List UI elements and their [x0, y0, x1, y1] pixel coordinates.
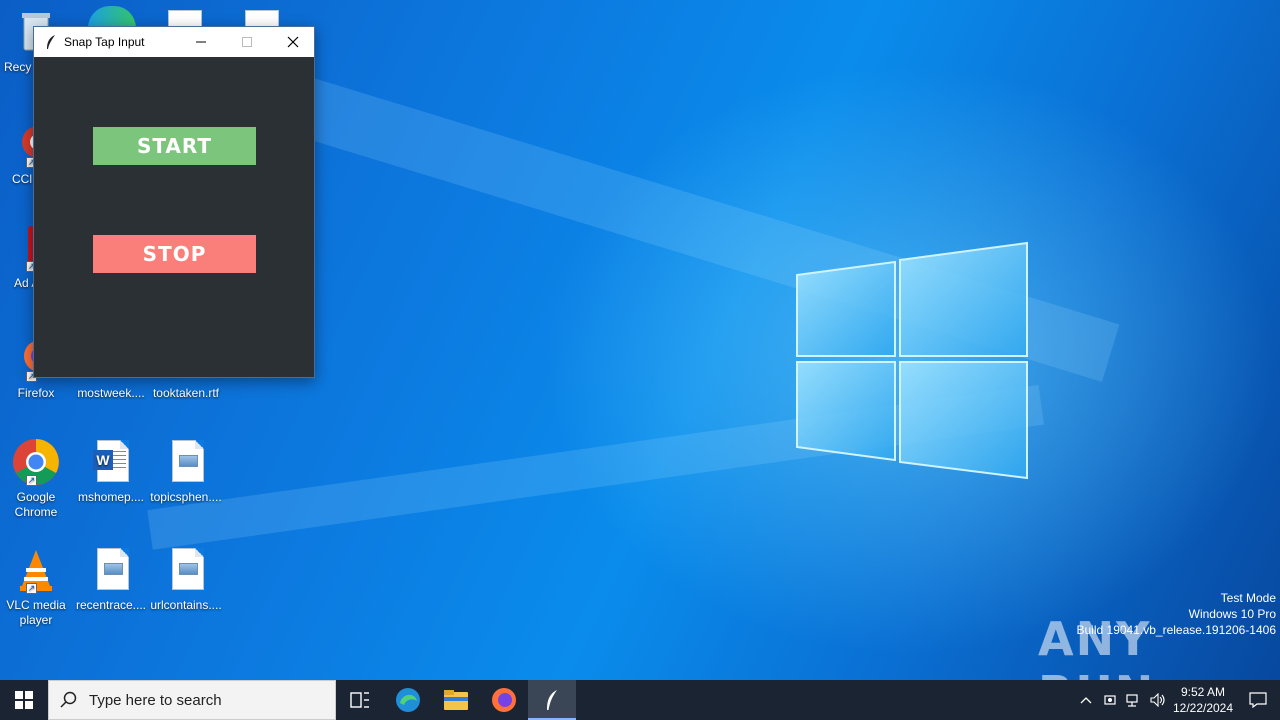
close-button[interactable] — [270, 27, 316, 57]
test-mode-watermark: Test Mode Windows 10 Pro Build 19041.vb_… — [1077, 590, 1277, 638]
image-file-icon — [162, 546, 210, 594]
desktop-icon-chrome[interactable]: ↗ Google Chrome — [0, 438, 74, 520]
task-view-button[interactable] — [336, 680, 384, 720]
system-tray: 9:52 AM 12/22/2024 — [1074, 680, 1280, 720]
taskbar-search[interactable] — [48, 680, 336, 720]
icon-label: VLC media player — [6, 598, 66, 627]
shortcut-arrow-icon: ↗ — [26, 583, 37, 594]
snap-tap-window: Snap Tap Input START STOP — [33, 26, 315, 378]
image-file-icon — [162, 438, 210, 486]
network-icon[interactable] — [1122, 680, 1146, 720]
desktop-icon-mshomep[interactable]: W mshomep.... — [73, 438, 149, 505]
taskbar-edge[interactable] — [384, 680, 432, 720]
stop-button[interactable]: STOP — [93, 235, 256, 273]
taskbar: 9:52 AM 12/22/2024 — [0, 680, 1280, 720]
icon-label: topicsphen.... — [150, 490, 222, 504]
watermark-line: Windows 10 Pro — [1188, 607, 1276, 621]
vlc-icon: ↗ — [12, 546, 60, 594]
watermark-line: Test Mode — [1220, 591, 1276, 605]
icon-label: mshomep.... — [77, 490, 145, 504]
show-hidden-icons-button[interactable] — [1074, 680, 1098, 720]
feather-icon — [40, 27, 62, 57]
chrome-icon: ↗ — [12, 438, 60, 486]
task-view-icon — [350, 692, 369, 708]
devices-icon[interactable] — [1098, 680, 1122, 720]
clock-date: 12/22/2024 — [1172, 701, 1234, 715]
start-menu-button[interactable] — [0, 680, 48, 720]
firefox-icon — [492, 688, 516, 712]
maximize-button[interactable] — [224, 27, 270, 57]
notification-icon — [1249, 692, 1267, 708]
feather-icon — [547, 690, 557, 710]
icon-label: recentrace.... — [75, 598, 147, 612]
taskbar-snap-tap[interactable] — [528, 680, 576, 720]
search-input[interactable] — [89, 691, 319, 709]
start-button[interactable]: START — [93, 127, 256, 165]
windows-icon — [15, 691, 33, 709]
clock[interactable]: 9:52 AM 12/22/2024 — [1170, 684, 1236, 716]
word-icon: W — [87, 438, 135, 486]
edge-icon — [396, 688, 420, 712]
icon-label: tooktaken.rtf — [152, 386, 220, 400]
taskbar-firefox[interactable] — [480, 680, 528, 720]
icon-label: mostweek.... — [77, 386, 145, 400]
image-file-icon — [87, 546, 135, 594]
desktop-icon-urlcontains[interactable]: urlcontains.... — [148, 546, 224, 613]
watermark-line: Build 19041.vb_release.191206-1406 — [1076, 623, 1277, 637]
action-center-button[interactable] — [1236, 692, 1280, 708]
desktop-icon-topicsphen[interactable]: topicsphen.... — [148, 438, 224, 505]
taskbar-file-explorer[interactable] — [432, 680, 480, 720]
icon-label: Firefox — [17, 386, 55, 400]
desktop-icon-recentrace[interactable]: recentrace.... — [73, 546, 149, 613]
minimize-button[interactable] — [178, 27, 224, 57]
search-icon — [49, 691, 89, 709]
desktop-icon-vlc[interactable]: ↗ VLC media player — [0, 546, 74, 628]
icon-label: Google Chrome — [14, 490, 58, 519]
shortcut-arrow-icon: ↗ — [26, 475, 37, 486]
folder-icon — [444, 690, 468, 710]
volume-icon[interactable] — [1146, 680, 1170, 720]
desktop: Recy ↗ CCl ↗ Ad Acr ↗ Firefox mostweek..… — [0, 0, 1280, 680]
window-titlebar[interactable]: Snap Tap Input — [34, 27, 314, 57]
icon-label: urlcontains.... — [150, 598, 222, 612]
clock-time: 9:52 AM — [1180, 685, 1226, 699]
window-title: Snap Tap Input — [64, 35, 145, 49]
